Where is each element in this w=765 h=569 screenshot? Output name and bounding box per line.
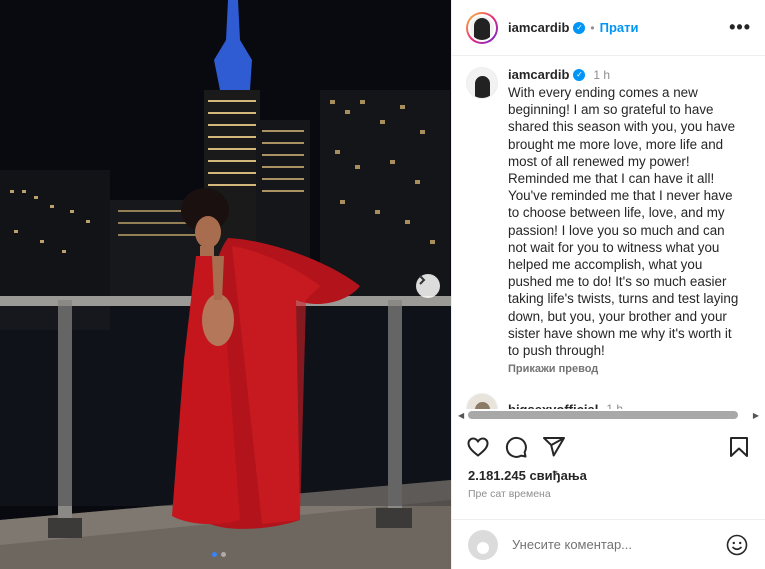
chevron-right-icon: [419, 275, 426, 285]
author-avatar[interactable]: [466, 11, 498, 44]
comment-time[interactable]: 1 h: [606, 402, 623, 409]
follow-button[interactable]: Прати: [600, 20, 639, 35]
add-comment-bar: [452, 519, 765, 569]
emoji-icon[interactable]: [725, 533, 749, 557]
scroll-right-icon[interactable]: ▶: [753, 411, 759, 420]
scrollbar-thumb[interactable]: [468, 411, 738, 419]
like-button[interactable]: [466, 435, 490, 459]
carousel-dot: [221, 552, 226, 557]
likes-count[interactable]: 2.181.245 свиђања: [468, 468, 587, 483]
post-header: iamcardib ✓ • Прати •••: [452, 0, 765, 56]
comment-username[interactable]: bigsexyofficial: [508, 402, 598, 409]
share-icon: [543, 437, 565, 457]
post-sidebar: iamcardib ✓ • Прати ••• iamcardib ✓ 1 h …: [451, 0, 765, 569]
next-slide-button[interactable]: [416, 274, 440, 298]
share-button[interactable]: [542, 435, 566, 459]
comment-input[interactable]: [512, 537, 725, 552]
horizontal-scrollbar[interactable]: ◀ ▶: [452, 409, 765, 421]
comment-avatar[interactable]: [466, 393, 498, 409]
carousel-dot-active: [212, 552, 217, 557]
comments-section[interactable]: iamcardib ✓ 1 h With every ending comes …: [452, 57, 765, 409]
current-user-avatar: [468, 529, 498, 560]
verified-badge-icon: ✓: [573, 21, 586, 34]
author-username[interactable]: iamcardib: [508, 20, 569, 35]
verified-badge-icon: ✓: [573, 68, 586, 81]
comment-item: bigsexyofficial 1 h: [466, 393, 751, 409]
caption-username[interactable]: iamcardib: [508, 67, 569, 82]
post-timestamp[interactable]: Пре сат времена: [468, 488, 551, 500]
caption: iamcardib ✓ 1 h With every ending comes …: [466, 67, 751, 375]
bookmark-icon: [730, 437, 748, 457]
action-bar: [452, 432, 765, 462]
post-photo: [0, 0, 451, 569]
caption-text: With every ending comes a new beginning!…: [508, 85, 739, 359]
comment-button[interactable]: [504, 435, 528, 459]
translate-link[interactable]: Прикажи превод: [508, 363, 746, 375]
comment-icon: [505, 436, 527, 458]
scroll-left-icon[interactable]: ◀: [458, 411, 464, 420]
more-options-icon[interactable]: •••: [729, 17, 751, 38]
post-media[interactable]: [0, 0, 451, 569]
heart-icon: [467, 437, 489, 457]
save-button[interactable]: [727, 435, 751, 459]
caption-time[interactable]: 1 h: [593, 68, 610, 82]
carousel-dots: [212, 552, 226, 557]
caption-avatar[interactable]: [466, 67, 498, 99]
separator-dot: •: [590, 20, 595, 35]
